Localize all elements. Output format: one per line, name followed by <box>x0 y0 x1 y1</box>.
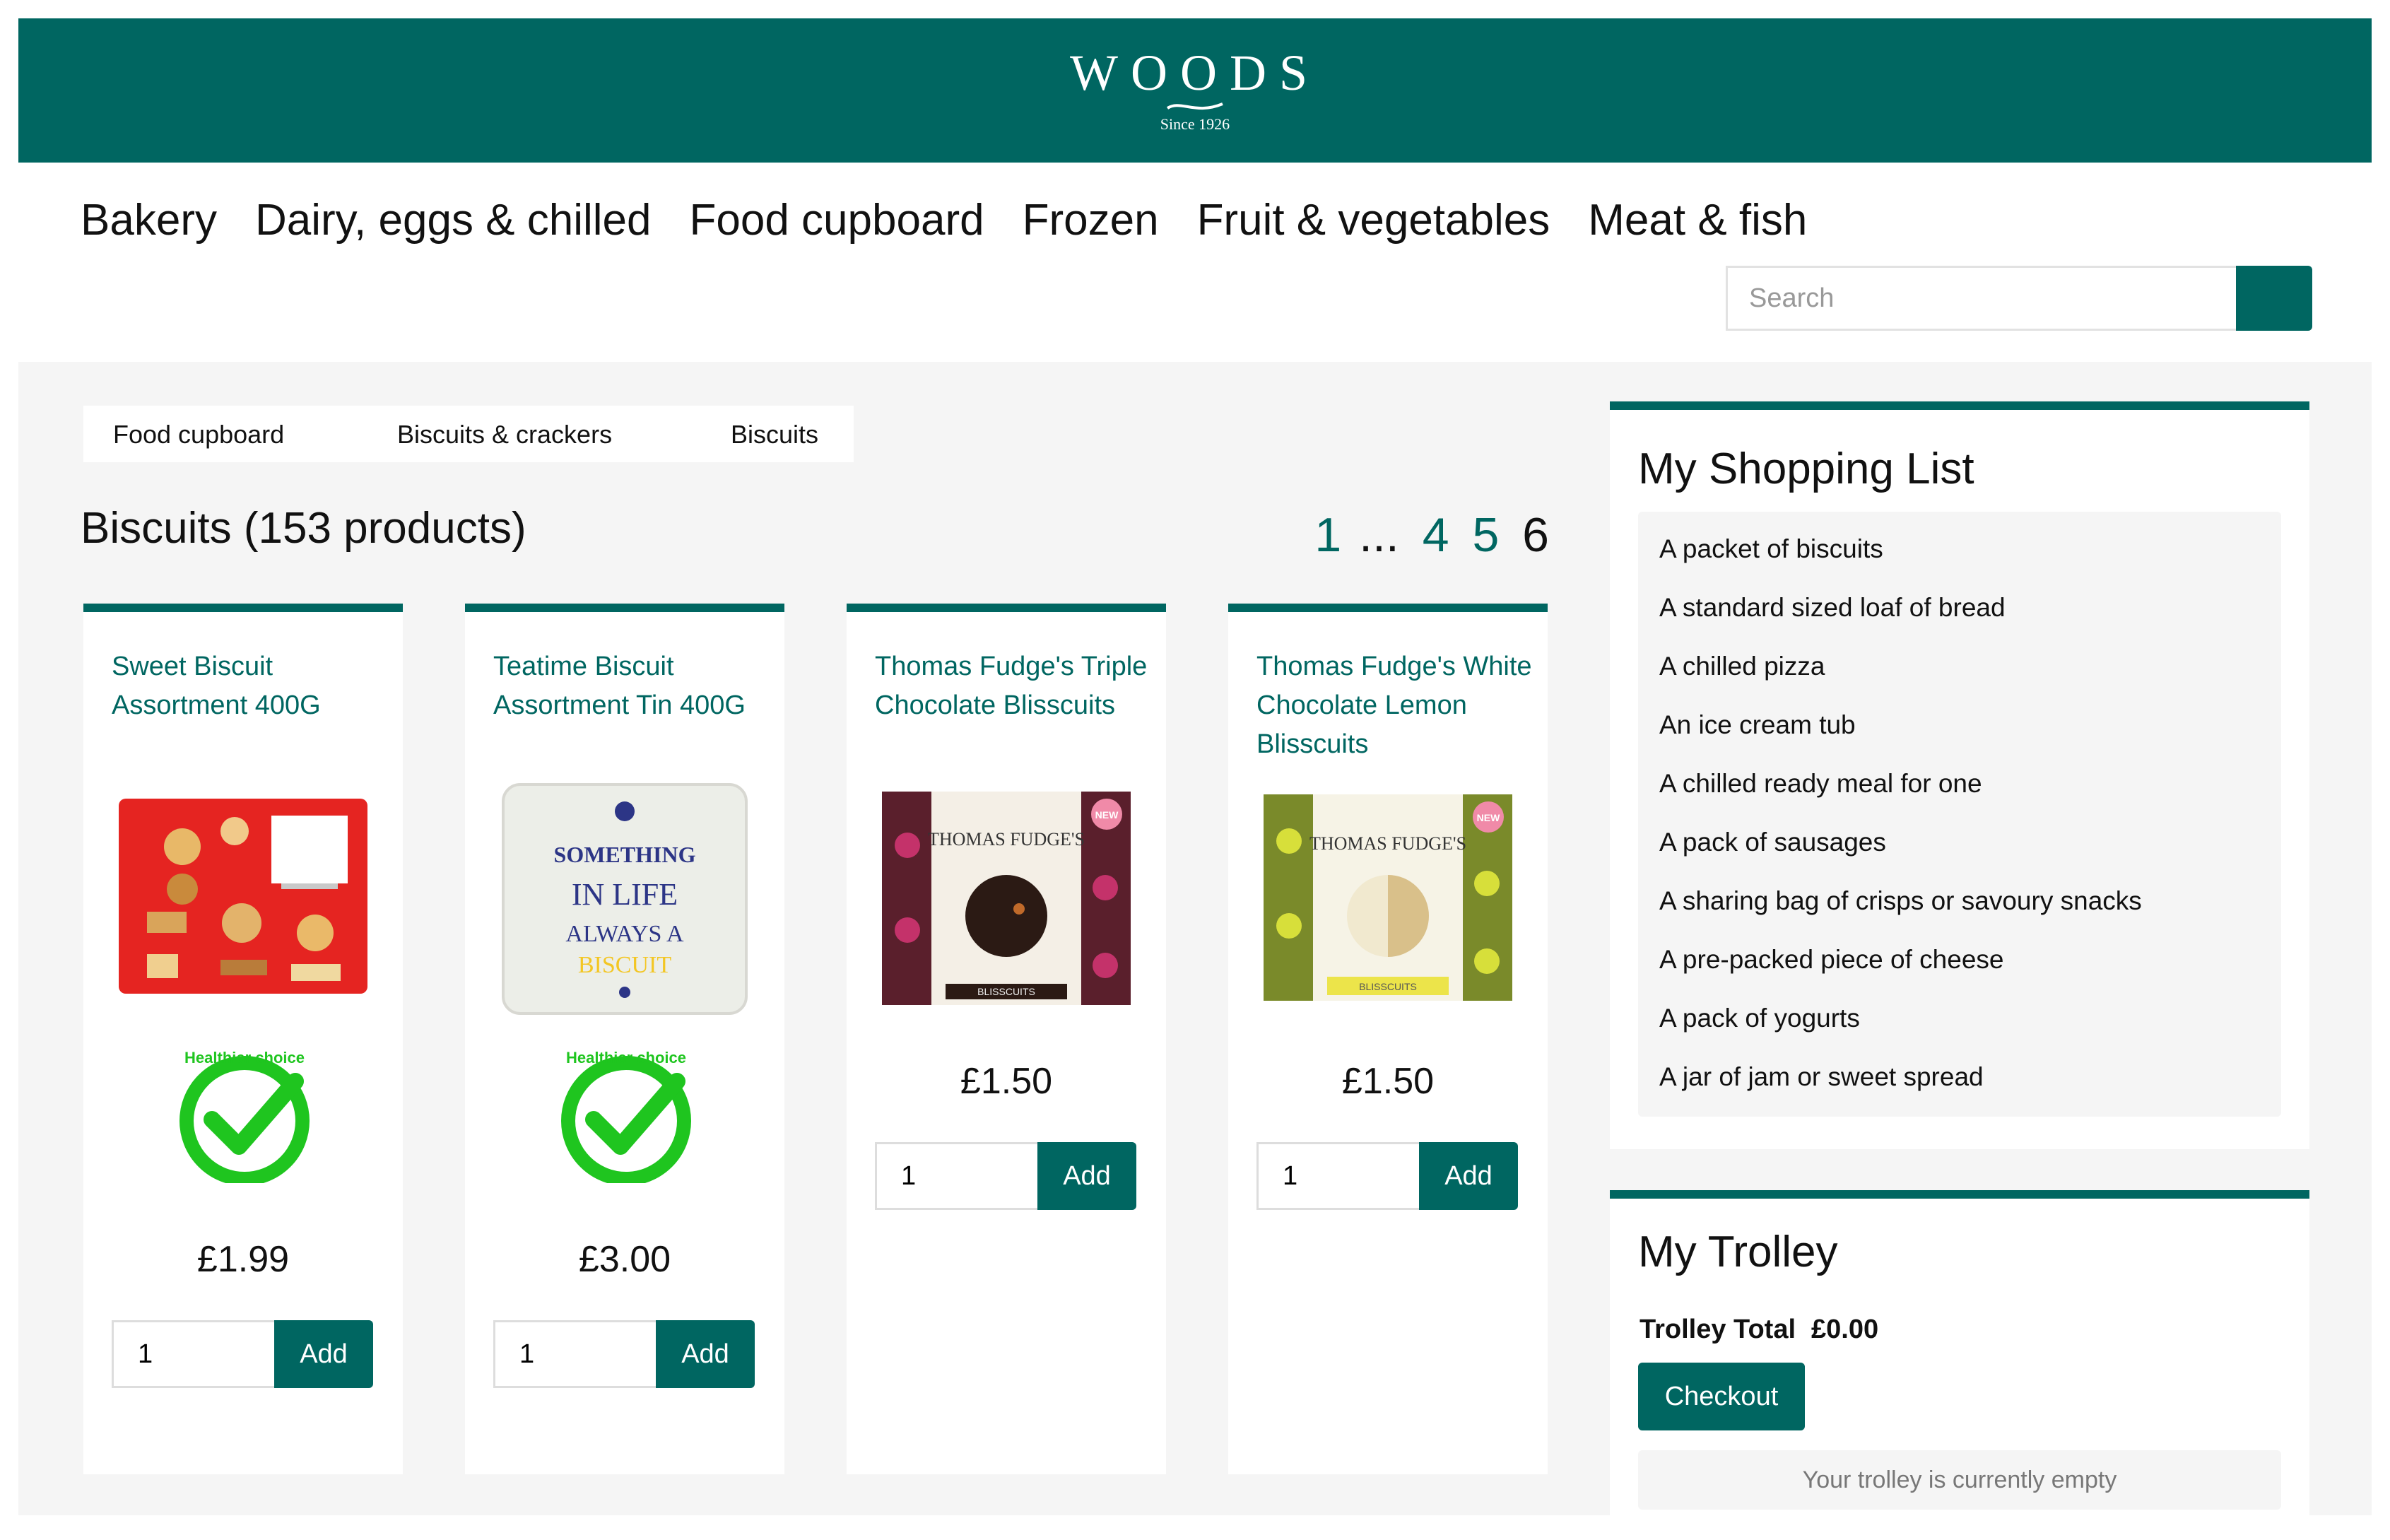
svg-text:SOMETHING: SOMETHING <box>554 842 696 867</box>
quantity-input[interactable] <box>1256 1142 1419 1210</box>
list-item: A pack of yogurts <box>1659 1004 1860 1033</box>
product-image[interactable]: SOMETHING IN LIFE ALWAYS A BISCUIT <box>499 780 750 1018</box>
nav-bakery[interactable]: Bakery <box>81 195 217 245</box>
list-item: A packet of biscuits <box>1659 534 1883 563</box>
add-button[interactable]: Add <box>656 1320 755 1388</box>
search-input[interactable] <box>1726 266 2236 331</box>
list-item: A chilled ready meal for one <box>1659 769 1982 798</box>
svg-text:NEW: NEW <box>1095 809 1119 821</box>
svg-text:ALWAYS A: ALWAYS A <box>565 921 684 947</box>
product-price: £1.50 <box>960 1061 1053 1102</box>
shopping-list: A packet of biscuits A standard sized lo… <box>1638 512 2281 1117</box>
product-image[interactable] <box>114 792 372 997</box>
pagination: 1 ... 4 5 6 <box>1305 507 1549 563</box>
trolley-total: Trolley Total £0.00 <box>1640 1315 1878 1345</box>
trolley-total-label: Trolley Total <box>1640 1315 1796 1344</box>
add-button[interactable]: Add <box>274 1320 373 1388</box>
site-header: WOODS Since 1926 <box>18 18 2372 163</box>
nav-fruit-veg[interactable]: Fruit & vegetables <box>1197 195 1550 245</box>
add-button[interactable]: Add <box>1037 1142 1136 1210</box>
product-card: Thomas Fudge's White Chocolate Lemon Bli… <box>1228 604 1548 1474</box>
page-current: 6 <box>1522 508 1549 562</box>
product-name[interactable]: Thomas Fudge's White Chocolate Lemon Bli… <box>1256 647 1532 764</box>
breadcrumb: Food cupboard Biscuits & crackers Biscui… <box>83 406 854 462</box>
product-card: Teatime Biscuit Assortment Tin 400G SOME… <box>465 604 784 1474</box>
nav-meat-fish[interactable]: Meat & fish <box>1588 195 1807 245</box>
trolley-empty-message: Your trolley is currently empty <box>1638 1450 2281 1510</box>
product-price: £1.50 <box>1341 1061 1435 1102</box>
add-button[interactable]: Add <box>1419 1142 1518 1210</box>
search-button[interactable] <box>2236 266 2312 331</box>
list-item: A standard sized loaf of bread <box>1659 593 2006 622</box>
trolley-total-value: £0.00 <box>1811 1315 1879 1344</box>
shopping-list-panel: My Shopping List A packet of biscuits A … <box>1610 401 2309 1149</box>
svg-text:BISCUIT: BISCUIT <box>578 952 671 978</box>
quantity-input[interactable] <box>112 1320 274 1388</box>
healthier-choice-text: Healthier choice <box>566 1049 686 1066</box>
breadcrumb-biscuits[interactable]: Biscuits <box>731 420 818 449</box>
healthier-choice-text: Healthier choice <box>184 1049 305 1066</box>
product-name[interactable]: Teatime Biscuit Assortment Tin 400G <box>493 647 769 725</box>
shopping-list-title: My Shopping List <box>1638 445 1974 493</box>
product-card: Thomas Fudge's Triple Chocolate Blisscui… <box>847 604 1166 1474</box>
product-price: £3.00 <box>578 1239 671 1280</box>
product-image[interactable]: NEW THOMAS FUDGE'S BLISSCUITS <box>1261 792 1515 1004</box>
logo-since: Since 1926 <box>1160 115 1230 133</box>
quantity-control: Add <box>112 1320 373 1388</box>
svg-text:THOMAS FUDGE'S: THOMAS FUDGE'S <box>1309 833 1466 854</box>
list-item: A jar of jam or sweet spread <box>1659 1062 1984 1091</box>
breadcrumb-biscuits-crackers[interactable]: Biscuits & crackers <box>397 420 612 449</box>
list-item: An ice cream tub <box>1659 710 1856 739</box>
page-ellipsis: ... <box>1359 508 1399 562</box>
list-item: A pre-packed piece of cheese <box>1659 945 2004 974</box>
quantity-input[interactable] <box>493 1320 656 1388</box>
list-item: A pack of sausages <box>1659 828 1886 857</box>
search-bar <box>1726 266 2312 331</box>
category-nav: Bakery Dairy, eggs & chilled Food cupboa… <box>81 195 1807 245</box>
healthier-choice-icon: Healthier choice <box>561 1049 691 1183</box>
breadcrumb-food-cupboard[interactable]: Food cupboard <box>113 420 284 449</box>
svg-text:THOMAS FUDGE'S: THOMAS FUDGE'S <box>928 829 1085 850</box>
quantity-control: Add <box>493 1320 755 1388</box>
nav-food-cupboard[interactable]: Food cupboard <box>690 195 984 245</box>
page-first[interactable]: 1 <box>1314 508 1341 562</box>
trolley-title: My Trolley <box>1638 1228 1838 1276</box>
trolley-panel: My Trolley Trolley Total £0.00 Checkout Y… <box>1610 1190 2309 1515</box>
product-name[interactable]: Sweet Biscuit Assortment 400G <box>112 647 387 725</box>
healthier-choice-icon: Healthier choice <box>179 1049 310 1183</box>
list-item: A sharing bag of crisps or savoury snack… <box>1659 886 2142 915</box>
product-name[interactable]: Thomas Fudge's Triple Chocolate Blisscui… <box>875 647 1150 725</box>
svg-text:NEW: NEW <box>1477 812 1500 823</box>
svg-text:IN LIFE: IN LIFE <box>572 877 678 912</box>
quantity-input[interactable] <box>875 1142 1037 1210</box>
page-5[interactable]: 5 <box>1472 508 1499 562</box>
nav-frozen[interactable]: Frozen <box>1023 195 1159 245</box>
product-image[interactable]: NEW THOMAS FUDGE'S BLISSCUITS <box>879 789 1134 1008</box>
checkout-button[interactable]: Checkout <box>1638 1363 1805 1430</box>
woods-logo[interactable]: WOODS Since 1926 <box>18 44 2372 134</box>
logo-text: WOODS <box>1070 45 1320 101</box>
svg-text:BLISSCUITS: BLISSCUITS <box>977 986 1035 997</box>
page-title: Biscuits (153 products) <box>81 504 526 553</box>
product-card: Sweet Biscuit Assortment 400G Healthier … <box>83 604 403 1474</box>
svg-text:BLISSCUITS: BLISSCUITS <box>1359 981 1417 992</box>
nav-dairy[interactable]: Dairy, eggs & chilled <box>255 195 652 245</box>
list-item: A chilled pizza <box>1659 652 1825 681</box>
quantity-control: Add <box>1256 1142 1518 1210</box>
page-4[interactable]: 4 <box>1423 508 1449 562</box>
quantity-control: Add <box>875 1142 1136 1210</box>
product-price: £1.99 <box>196 1239 290 1280</box>
